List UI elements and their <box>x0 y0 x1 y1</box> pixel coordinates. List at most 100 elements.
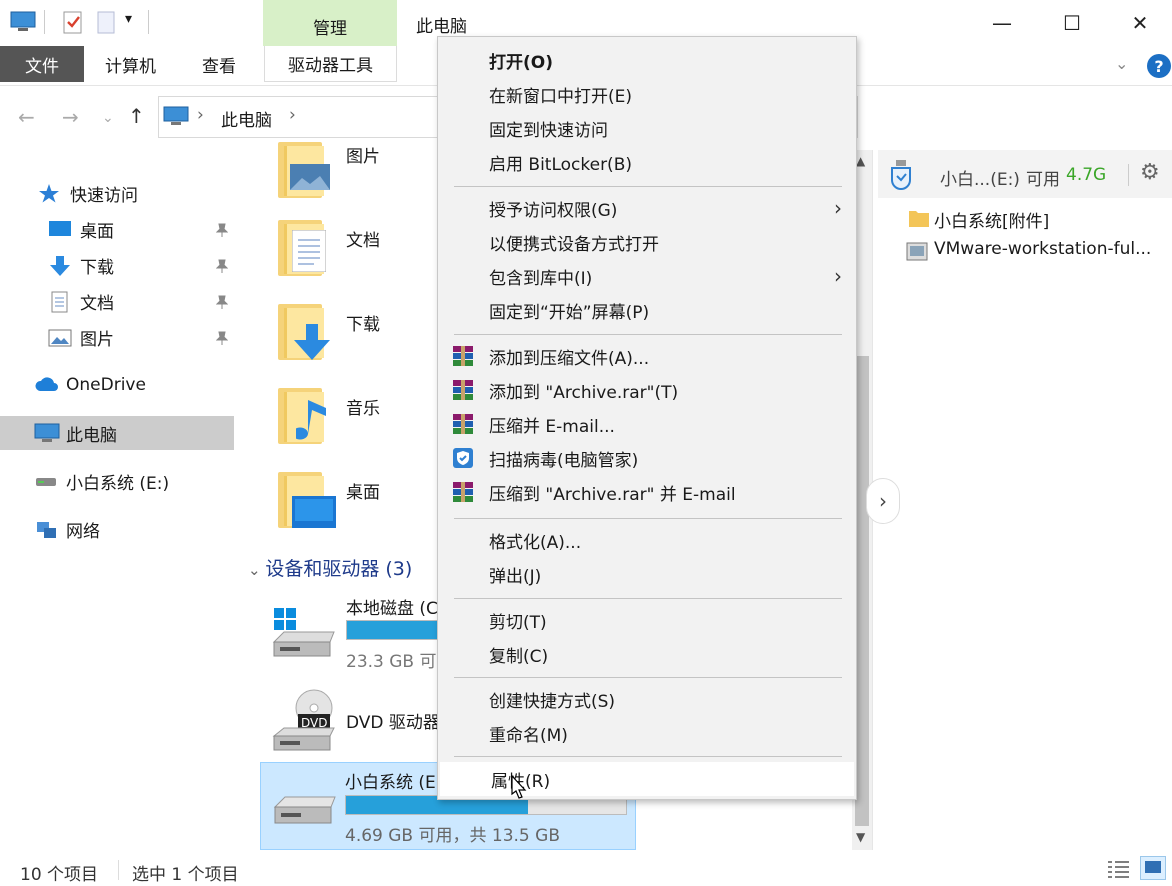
folder-label: 图片 <box>346 147 380 167</box>
minimize-button[interactable]: — <box>980 8 1024 38</box>
scroll-up-icon[interactable]: ▲ <box>856 154 865 168</box>
folder-item-documents[interactable]: 文档 <box>276 218 436 282</box>
sidebar-item-this-pc[interactable]: 此电脑 <box>0 416 234 450</box>
usb-drive-icon <box>891 160 911 190</box>
tab-drive-tools[interactable]: 驱动器工具 <box>264 46 397 82</box>
drive-icon <box>273 796 336 824</box>
qat-divider <box>148 10 149 34</box>
close-button[interactable]: ✕ <box>1118 8 1162 38</box>
sidebar-item-drive-e[interactable]: 小白系统 (E:) <box>0 464 234 498</box>
menu-item-copy[interactable]: 复制(C) <box>438 637 856 671</box>
new-folder-icon[interactable] <box>96 10 118 36</box>
breadcrumb[interactable]: 此电脑 <box>221 106 272 131</box>
menu-item-format[interactable]: 格式化(A)... <box>438 523 856 557</box>
tab-file[interactable]: 文件 <box>0 46 84 82</box>
menu-item-bitlocker[interactable]: 启用 BitLocker(B) <box>438 145 856 179</box>
sidebar-item-onedrive[interactable]: OneDrive <box>0 368 234 402</box>
menu-item-properties[interactable]: 属性(R) <box>440 762 854 796</box>
menu-item-create-shortcut[interactable]: 创建快捷方式(S) <box>438 682 856 716</box>
star-icon <box>38 183 62 203</box>
menu-separator <box>454 334 842 335</box>
menu-item-open-new-window[interactable]: 在新窗口中打开(E) <box>438 77 856 111</box>
menu-item-eject[interactable]: 弹出(J) <box>438 557 856 591</box>
menu-item-include-in-library[interactable]: 包含到库中(I) › <box>438 259 856 293</box>
list-item[interactable]: 小白系统[附件] <box>908 204 1168 234</box>
folder-item-desktop[interactable]: 桌面 <box>276 470 436 534</box>
recent-locations-icon[interactable]: ⌄ <box>102 110 114 126</box>
menu-item-open[interactable]: 打开(O) <box>438 43 856 77</box>
sidebar-item-network[interactable]: 网络 <box>0 512 234 546</box>
details-view-icon[interactable] <box>1106 858 1132 880</box>
sidebar-item-pictures[interactable]: 图片 <box>0 320 234 354</box>
window-title: 此电脑 <box>416 17 467 37</box>
winrar-icon <box>453 482 473 502</box>
list-item[interactable]: VMware-workstation-ful... <box>906 236 1172 266</box>
qat-divider <box>44 10 45 34</box>
menu-separator <box>454 598 842 599</box>
sidebar-item-downloads[interactable]: 下载 <box>0 248 234 282</box>
context-menu: 打开(O) 在新窗口中打开(E) 固定到快速访问 启用 BitLocker(B)… <box>437 36 857 800</box>
up-button[interactable]: ↑ <box>128 104 145 128</box>
scroll-down-icon[interactable]: ▼ <box>856 830 865 844</box>
pin-icon[interactable] <box>215 294 229 309</box>
maximize-button[interactable]: ☐ <box>1050 8 1094 38</box>
status-divider <box>118 860 119 880</box>
folder-icon <box>276 218 334 276</box>
pin-icon[interactable] <box>215 222 229 237</box>
customize-qat-icon[interactable]: ▾ <box>125 11 132 27</box>
breadcrumb-separator[interactable]: › <box>289 105 296 125</box>
menu-item-add-to-archive-rar[interactable]: 添加到 "Archive.rar"(T) <box>438 373 856 407</box>
large-icons-view-icon[interactable] <box>1140 856 1166 880</box>
forward-button[interactable]: → <box>62 105 79 129</box>
navigation-pane: 快速访问 桌面 下载 文档 图片 OneDrive 此电脑 小白系统 (E:) … <box>0 150 238 850</box>
back-button[interactable]: ← <box>18 105 35 129</box>
section-header-devices[interactable]: ⌄ 设备和驱动器 (3) <box>248 554 412 581</box>
properties-icon[interactable] <box>62 10 84 36</box>
menu-item-pin-start[interactable]: 固定到“开始”屏幕(P) <box>438 293 856 327</box>
menu-item-scan-virus[interactable]: 扫描病毒(电脑管家) <box>438 441 856 475</box>
expand-panel-button[interactable]: › <box>866 478 900 524</box>
menu-item-add-to-archive[interactable]: 添加到压缩文件(A)... <box>438 339 856 373</box>
document-icon <box>48 291 72 313</box>
folder-label: 下载 <box>346 315 380 335</box>
menu-item-pin-quick-access[interactable]: 固定到快速访问 <box>438 111 856 145</box>
drive-detail: 4.69 GB 可用，共 13.5 GB <box>345 826 560 846</box>
sidebar-item-documents[interactable]: 文档 <box>0 284 234 318</box>
scrollbar-thumb[interactable] <box>855 356 869 826</box>
menu-item-grant-access[interactable]: 授予访问权限(G) › <box>438 191 856 225</box>
chevron-down-icon: ⌄ <box>248 561 266 579</box>
menu-item-cut[interactable]: 剪切(T) <box>438 603 856 637</box>
available-value: 4.7G <box>1066 165 1107 185</box>
gear-icon[interactable]: ⚙ <box>1140 160 1160 185</box>
folder-item-music[interactable]: 音乐 <box>276 386 436 450</box>
right-panel: 小白...(E:) 可用 4.7G ⚙ 小白系统[附件] VMware-work… <box>878 150 1172 850</box>
dvd-drive-icon: DVD <box>272 689 335 751</box>
help-icon[interactable]: ? <box>1147 54 1171 78</box>
menu-item-rename[interactable]: 重命名(M) <box>438 716 856 750</box>
folder-label: 桌面 <box>346 483 380 503</box>
expand-ribbon-icon[interactable]: ⌄ <box>1115 54 1128 73</box>
folder-item-pictures[interactable]: 图片 <box>276 140 396 200</box>
menu-item-compress-email[interactable]: 压缩并 E-mail... <box>438 407 856 441</box>
sidebar-item-desktop[interactable]: 桌面 <box>0 212 234 246</box>
menu-item-open-as-portable[interactable]: 以便携式设备方式打开 <box>438 225 856 259</box>
menu-item-compress-rar-email[interactable]: 压缩到 "Archive.rar" 并 E-mail <box>438 475 856 509</box>
tab-manage[interactable]: 管理 <box>263 0 397 46</box>
item-count: 10 个项目 <box>20 865 99 885</box>
computer-icon[interactable] <box>10 10 36 36</box>
folder-item-downloads[interactable]: 下载 <box>276 302 436 366</box>
folder-label: 文档 <box>346 231 380 251</box>
chevron-right-icon: › <box>834 196 842 220</box>
sidebar-item-quick-access[interactable]: 快速访问 <box>0 176 234 210</box>
menu-separator <box>454 677 842 678</box>
tab-computer[interactable]: 计算机 <box>105 52 156 77</box>
chevron-right-icon: › <box>834 264 842 288</box>
pin-icon[interactable] <box>215 330 229 345</box>
file-name: 小白系统[附件] <box>934 212 1050 232</box>
folder-icon <box>276 470 336 528</box>
breadcrumb-separator: › <box>197 105 204 125</box>
pin-icon[interactable] <box>215 258 229 273</box>
tab-view[interactable]: 查看 <box>202 52 236 77</box>
computer-icon <box>34 423 60 443</box>
file-name: VMware-workstation-ful... <box>934 239 1152 259</box>
